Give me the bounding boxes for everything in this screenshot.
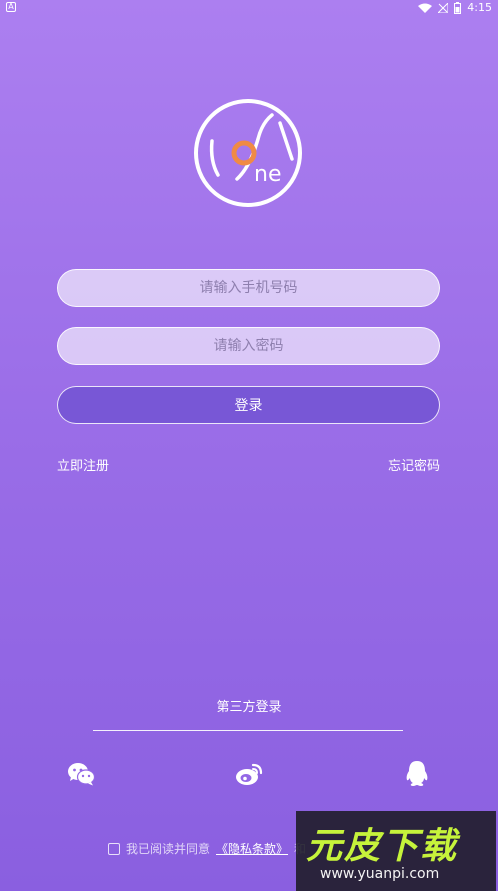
agreement-row: 我已阅读并同意 《隐私条款》 和 (108, 840, 306, 857)
agreement-text: 我已阅读并同意 (126, 842, 211, 856)
password-input[interactable] (58, 328, 439, 364)
password-field[interactable] (57, 327, 440, 365)
wechat-login-button[interactable] (66, 760, 96, 788)
phone-input[interactable] (58, 270, 439, 306)
agreement-checkbox[interactable] (108, 842, 120, 855)
app-logo: ne (194, 99, 302, 207)
weibo-icon (236, 763, 263, 785)
watermark-title: 元皮下载 (306, 826, 459, 867)
qq-login-button[interactable] (402, 760, 432, 788)
watermark: 元皮下载 www.yuanpi.com (296, 811, 496, 891)
third-party-login-label: 第三方登录 (216, 700, 282, 715)
divider (93, 730, 403, 731)
wifi-icon (418, 3, 433, 13)
register-link[interactable]: 立即注册 (57, 455, 109, 474)
notification-icon: A (6, 2, 16, 12)
logo-text: ne (254, 162, 281, 187)
watermark-url: www.yuanpi.com (320, 866, 440, 882)
forgot-password-link[interactable]: 忘记密码 (388, 455, 440, 474)
wechat-icon (68, 763, 95, 786)
status-icons: 4:15 (418, 1, 492, 14)
privacy-link[interactable]: 《隐私条款》 (216, 840, 288, 857)
status-bar: A 4:15 (0, 0, 498, 16)
login-button[interactable]: 登录 (57, 386, 440, 424)
battery-icon (454, 1, 462, 14)
qq-icon (406, 761, 428, 786)
clock: 4:15 (467, 1, 492, 14)
phone-field[interactable] (57, 269, 440, 307)
weibo-login-button[interactable] (234, 760, 264, 788)
no-signal-icon (438, 2, 449, 13)
